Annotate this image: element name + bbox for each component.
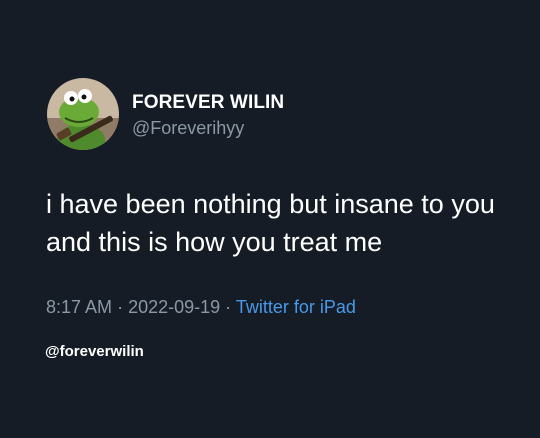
tweet-card: FOREVER WILIN @Foreverihyy i have been n… [0, 0, 540, 438]
kermit-frog-avatar-icon [47, 78, 119, 150]
user-handle[interactable]: @Foreverihyy [132, 118, 244, 139]
tweet-source-link[interactable]: Twitter for iPad [236, 297, 356, 317]
tweet-date[interactable]: 2022-09-19 [128, 297, 220, 317]
tweet-meta: 8:17 AM · 2022-09-19 · Twitter for iPad [46, 297, 356, 318]
avatar[interactable] [47, 78, 119, 150]
display-name[interactable]: FOREVER WILIN [132, 92, 284, 114]
tweet-text: i have been nothing but insane to you an… [46, 189, 495, 257]
meta-separator: · [117, 297, 124, 317]
watermark: @foreverwilin [45, 343, 144, 360]
meta-separator: · [225, 297, 232, 317]
tweet-time[interactable]: 8:17 AM [46, 297, 112, 317]
